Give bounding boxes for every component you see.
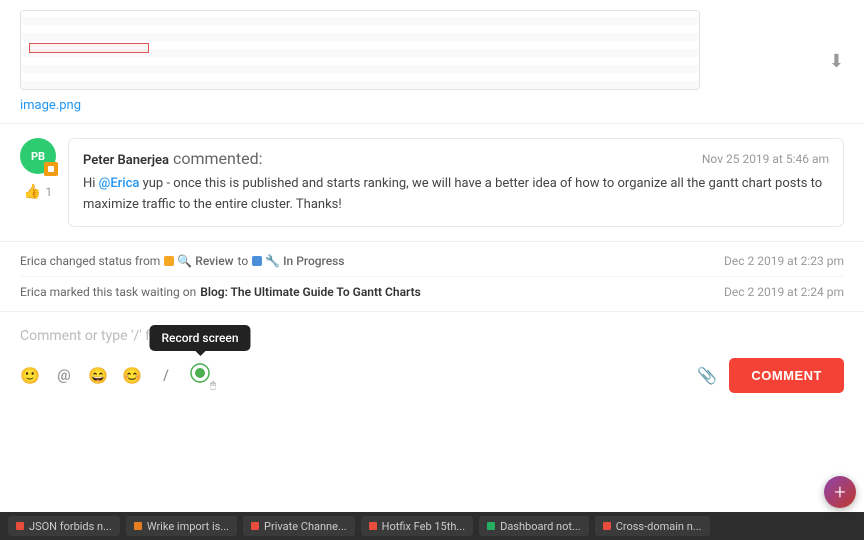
like-icon[interactable]: 👍 [24,184,41,200]
taskbar-item-3[interactable]: Private Channe... [243,516,355,536]
comment-text-before: Hi [83,176,99,191]
emoji-face-icon[interactable]: 😊 [122,365,142,385]
activity-text-1: Erica changed status from 🔍 Review to 🔧 … [20,254,344,268]
at-mention-icon[interactable]: @ [54,365,74,385]
emoji-icon[interactable]: 😄 [88,365,108,385]
comment-author: Peter Banerjea [83,153,169,168]
download-icon[interactable]: ⬇ [829,51,844,72]
status-inprogress-badge: 🔧 In Progress [252,254,344,268]
comment-placeholder[interactable]: Comment or type '/' for commands [20,322,844,350]
avatar-badge [44,162,58,176]
activity-item-2: Erica marked this task waiting on Blog: … [20,277,844,307]
comment-text-after: yup - once this is published and starts … [83,176,822,212]
like-count: 1 [45,185,52,199]
record-screen-icon-wrapper[interactable]: Record screen 🖱 [190,365,210,385]
comment-section: PB 👍 1 Peter Banerjea commented: Nov 2 [0,124,864,242]
comment-button[interactable]: COMMENT [729,358,844,393]
taskbar-label-3: Private Channe... [264,520,347,533]
attachment-icon[interactable]: 📎 [697,366,717,385]
slash-command-icon[interactable]: / [156,365,176,385]
comment-text: Hi @Erica yup - once this is published a… [83,174,829,216]
taskbar-label-2: Wrike import is... [147,520,229,533]
avatar: PB [20,138,56,174]
like-area: 👍 1 [24,184,52,200]
taskbar-label-6: Cross-domain n... [616,520,702,533]
comment-timestamp: Nov 25 2019 at 5:46 am [702,152,829,166]
bottom-taskbar: JSON forbids n... Wrike import is... Pri… [0,512,864,540]
taskbar-item-5[interactable]: Dashboard not... [479,516,589,536]
comment-meta: Peter Banerjea commented: Nov 25 2019 at… [83,149,829,168]
comment-input-section: Comment or type '/' for commands 🙂 @ 😄 😊… [0,311,864,512]
activity-text-2: Erica marked this task waiting on Blog: … [20,285,421,299]
taskbar-item-1[interactable]: JSON forbids n... [8,516,120,536]
toolbar-left: 🙂 @ 😄 😊 / Record screen 🖱 [20,365,210,385]
taskbar-item-2[interactable]: Wrike import is... [126,516,237,536]
comment-mention[interactable]: @Erica [99,176,140,191]
image-section: image.png ⬇ [0,0,864,124]
taskbar-item-4[interactable]: Hotfix Feb 15th... [361,516,473,536]
taskbar-label-4: Hotfix Feb 15th... [382,520,465,533]
record-screen-icon[interactable] [189,362,211,389]
taskbar-label-1: JSON forbids n... [29,520,112,533]
activity-item-1: Erica changed status from 🔍 Review to 🔧 … [20,246,844,277]
image-thumbnail[interactable] [20,10,700,90]
comment-toolbar: 🙂 @ 😄 😊 / Record screen 🖱 [20,358,844,393]
taskbar-item-6[interactable]: Cross-domain n... [595,516,710,536]
comment-body: Peter Banerjea commented: Nov 25 2019 at… [68,138,844,227]
comment-action: commented: [173,149,263,168]
activity-section: Erica changed status from 🔍 Review to 🔧 … [0,242,864,311]
activity-link[interactable]: Blog: The Ultimate Guide To Gantt Charts [200,285,421,299]
fab-button[interactable]: + [824,476,856,508]
taskbar-label-5: Dashboard not... [500,520,581,533]
activity-timestamp-1: Dec 2 2019 at 2:23 pm [724,254,844,268]
main-container: image.png ⬇ PB 👍 1 Pe [0,0,864,540]
activity-timestamp-2: Dec 2 2019 at 2:24 pm [724,285,844,299]
emoji-person-icon[interactable]: 🙂 [20,365,40,385]
status-review-badge: 🔍 Review [164,254,233,268]
record-screen-tooltip: Record screen [149,325,250,351]
image-filename[interactable]: image.png [20,98,700,113]
